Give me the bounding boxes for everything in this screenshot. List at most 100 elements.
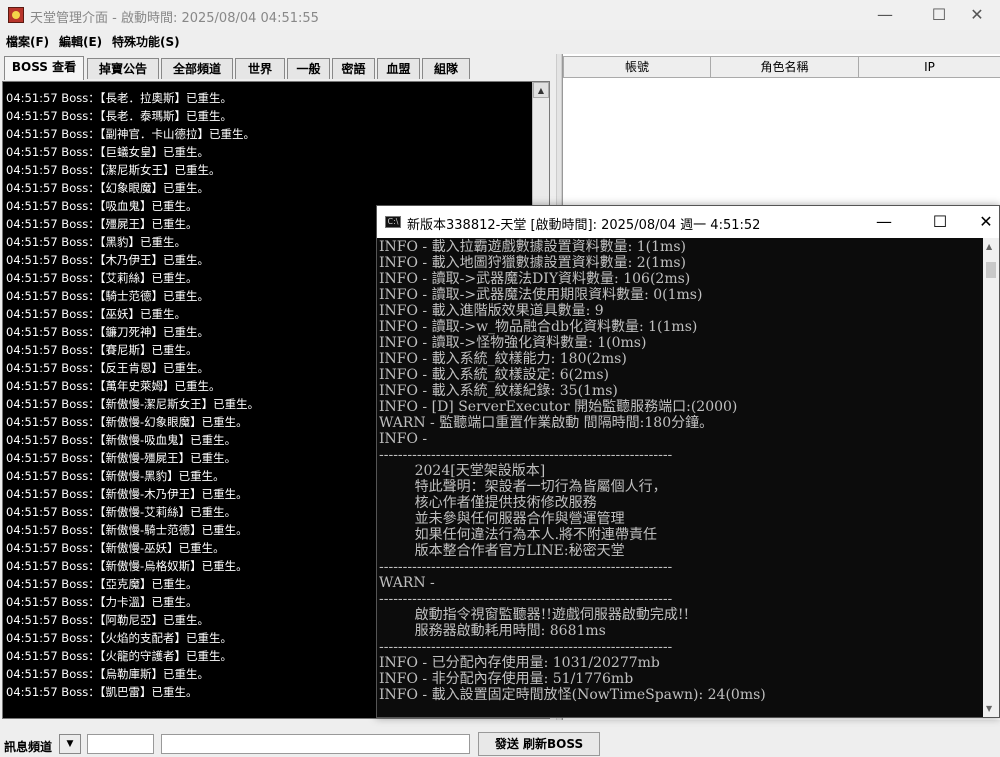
tab-boss[interactable]: BOSS 查看 <box>4 56 84 80</box>
console-title: 新版本338812-天堂 [啟動時間]: 2025/08/04 週一 4:51:… <box>407 218 761 233</box>
console-line: ----------------------------------------… <box>379 447 673 463</box>
log-line: 04:51:57 Boss：【騎士范德】已重生。 <box>6 289 209 303</box>
console-line: 特此聲明：架設者一切行為皆屬個人行， <box>379 479 667 495</box>
log-line: 04:51:57 Boss：【長老．拉奧斯】已重生。 <box>6 91 232 105</box>
console-line: 啟動指令視窗監聽器!!遊戲伺服器啟動完成!! <box>379 607 690 623</box>
channel-select[interactable]: 訊息頻道 <box>4 738 52 755</box>
console-line: INFO - 載入設置固定時間放怪(NowTimeSpawn): 24(0ms) <box>379 687 766 703</box>
log-line: 04:51:57 Boss：【阿勒尼亞】已重生。 <box>6 613 209 627</box>
console-line: INFO - 載入系統_紋樣紀錄: 35(1ms) <box>379 383 618 399</box>
console-line: INFO - 讀取->怪物強化資料數量: 1(0ms) <box>379 335 647 351</box>
log-line: 04:51:57 Boss：【反王肯恩】已重生。 <box>6 361 209 375</box>
menu-special[interactable]: 特殊功能(S) <box>112 33 180 50</box>
column-character-name[interactable]: 角色名稱 <box>710 56 859 78</box>
log-line: 04:51:57 Boss：【幻象眼魔】已重生。 <box>6 181 209 195</box>
scroll-up-arrow-icon[interactable]: ▲ <box>533 82 549 98</box>
console-line: 2024[天堂架設版本] <box>379 463 546 479</box>
log-line: 04:51:57 Boss：【副神官．卡山德拉】已重生。 <box>6 127 255 141</box>
send-button[interactable]: 發送 刷新BOSS <box>478 732 600 756</box>
console-window: C:\ 新版本338812-天堂 [啟動時間]: 2025/08/04 週一 4… <box>376 205 1000 718</box>
app-icon <box>8 7 24 23</box>
menu-edit[interactable]: 編輯(E) <box>59 33 102 50</box>
log-line: 04:51:57 Boss：【力卡溫】已重生。 <box>6 595 198 609</box>
log-line: 04:51:57 Boss：【火龍的守護者】已重生。 <box>6 649 232 663</box>
console-line: ----------------------------------------… <box>379 639 673 655</box>
log-line: 04:51:57 Boss：【黑豹】已重生。 <box>6 235 186 249</box>
scroll-up-arrow-icon[interactable]: ▲ <box>986 242 992 251</box>
console-line: INFO - 已分配內存使用量: 1031/20277mb <box>379 655 660 671</box>
console-close-button[interactable]: ✕ <box>963 206 1000 238</box>
console-line: 服務器啟動耗用時間: 8681ms <box>379 623 606 639</box>
log-line: 04:51:57 Boss：【潔尼斯女王】已重生。 <box>6 163 221 177</box>
log-line: 04:51:57 Boss：【凱巴雷】已重生。 <box>6 685 198 699</box>
close-button[interactable]: ✕ <box>954 0 1000 30</box>
tab-all-channels[interactable]: 全部頻道 <box>161 58 233 79</box>
log-line: 04:51:57 Boss：【艾莉絲】已重生。 <box>6 271 198 285</box>
log-line: 04:51:57 Boss：【木乃伊王】已重生。 <box>6 253 209 267</box>
log-line: 04:51:57 Boss：【新傲慢-吸血鬼】已重生。 <box>6 433 237 447</box>
scroll-down-arrow-icon[interactable]: ▼ <box>986 704 992 713</box>
column-account[interactable]: 帳號 <box>563 56 711 78</box>
log-line: 04:51:57 Boss：【烏勒庫斯】已重生。 <box>6 667 209 681</box>
console-line: ----------------------------------------… <box>379 559 673 575</box>
console-line: INFO - 載入拉霸遊戲數據設置資料數量: 1(1ms) <box>379 239 686 255</box>
bottom-bar: 訊息頻道 ▼ 發送 刷新BOSS <box>0 728 1000 757</box>
console-titlebar: C:\ 新版本338812-天堂 [啟動時間]: 2025/08/04 週一 4… <box>377 206 999 238</box>
console-line: INFO - 載入進階版效果道具數量: 9 <box>379 303 604 319</box>
console-line: 並未參與任何服器合作與營運管理 <box>379 511 625 527</box>
console-line: 核心作者僅提供技術修改服務 <box>379 495 597 511</box>
console-line: INFO - [D] ServerExecutor 開始監聽服務端口:(2000… <box>379 399 738 415</box>
log-line: 04:51:57 Boss：【新傲慢-巫妖】已重生。 <box>6 541 225 555</box>
log-line: 04:51:57 Boss：【新傲慢-木乃伊王】已重生。 <box>6 487 248 501</box>
tab-world[interactable]: 世界 <box>235 58 285 79</box>
console-line: INFO - 載入系統_紋樣設定: 6(2ms) <box>379 367 609 383</box>
console-icon: C:\ <box>385 216 401 228</box>
console-line: INFO - 非分配內存使用量: 51/1776mb <box>379 671 634 687</box>
log-line: 04:51:57 Boss：【新傲慢-潔尼斯女王】已重生。 <box>6 397 260 411</box>
log-line: 04:51:57 Boss：【鐮刀死神】已重生。 <box>6 325 209 339</box>
console-minimize-button[interactable]: — <box>861 206 907 238</box>
log-line: 04:51:57 Boss：【賽尼斯】已重生。 <box>6 343 198 357</box>
tab-drop-notice[interactable]: 掉寶公告 <box>87 58 159 79</box>
log-line: 04:51:57 Boss：【長老．泰瑪斯】已重生。 <box>6 109 232 123</box>
console-output: INFO - 載入拉霸遊戲數據設置資料數量: 1(1ms) INFO - 載入地圖… <box>377 238 983 717</box>
console-line: 如果任何違法行為本人.將不附連帶責任 <box>379 527 658 543</box>
scroll-thumb[interactable] <box>986 262 996 278</box>
log-line: 04:51:57 Boss：【新傲慢-殭屍王】已重生。 <box>6 451 237 465</box>
log-line: 04:51:57 Boss：【新傲慢-烏格奴斯】已重生。 <box>6 559 248 573</box>
log-line: 04:51:57 Boss：【巫妖】已重生。 <box>6 307 186 321</box>
log-line: 04:51:57 Boss：【新傲慢-騎士范德】已重生。 <box>6 523 248 537</box>
log-line: 04:51:57 Boss：【殭屍王】已重生。 <box>6 217 198 231</box>
console-line: ----------------------------------------… <box>379 591 673 607</box>
console-line: INFO - 讀取->w_物品融合db化資料數量: 1(1ms) <box>379 319 698 335</box>
log-line: 04:51:57 Boss：【巨蟻女皇】已重生。 <box>6 145 209 159</box>
main-titlebar: 天堂管理介面 - 啟動時間: 2025/08/04 04:51:55 — ☐ ✕ <box>0 0 1000 30</box>
console-scrollbar[interactable]: ▲ ▼ <box>983 238 999 717</box>
log-line: 04:51:57 Boss：【新傲慢-艾莉絲】已重生。 <box>6 505 237 519</box>
log-line: 04:51:57 Boss：【火焰的支配者】已重生。 <box>6 631 232 645</box>
console-line: INFO - 讀取->武器魔法DIY資料數量: 106(2ms) <box>379 271 691 287</box>
tab-clan[interactable]: 血盟 <box>377 58 420 79</box>
console-line: WARN - 監聽端口重置作業啟動 間隔時間:180分鐘。 <box>379 415 714 431</box>
log-line: 04:51:57 Boss：【新傲慢-黑豹】已重生。 <box>6 469 225 483</box>
log-line: 04:51:57 Boss：【新傲慢-幻象眼魔】已重生。 <box>6 415 248 429</box>
window-title: 天堂管理介面 - 啟動時間: 2025/08/04 04:51:55 <box>30 11 319 26</box>
column-ip[interactable]: IP <box>858 56 1000 78</box>
console-maximize-button[interactable]: ☐ <box>917 206 963 238</box>
console-line: INFO - 載入地圖狩獵數據設置資料數量: 2(1ms) <box>379 255 686 271</box>
console-line: INFO - 載入系統_紋樣能力: 180(2ms) <box>379 351 627 367</box>
tab-party[interactable]: 組隊 <box>422 58 470 79</box>
log-line: 04:51:57 Boss：【吸血鬼】已重生。 <box>6 199 198 213</box>
console-line: 版本整合作者官方LINE:秘密天堂 <box>379 543 625 559</box>
console-line: INFO - <box>379 431 428 447</box>
menu-file[interactable]: 檔案(F) <box>6 33 49 50</box>
target-input[interactable] <box>87 734 154 754</box>
message-input[interactable] <box>161 734 470 754</box>
menu-bar: 檔案(F) 編輯(E) 特殊功能(S) <box>0 30 1000 52</box>
minimize-button[interactable]: — <box>862 0 908 30</box>
console-line: WARN - <box>379 575 435 591</box>
tab-general[interactable]: 一般 <box>287 58 330 79</box>
chevron-down-icon[interactable]: ▼ <box>59 734 81 754</box>
console-line: INFO - 讀取->武器魔法使用期限資料數量: 0(1ms) <box>379 287 703 303</box>
tab-whisper[interactable]: 密語 <box>332 58 375 79</box>
